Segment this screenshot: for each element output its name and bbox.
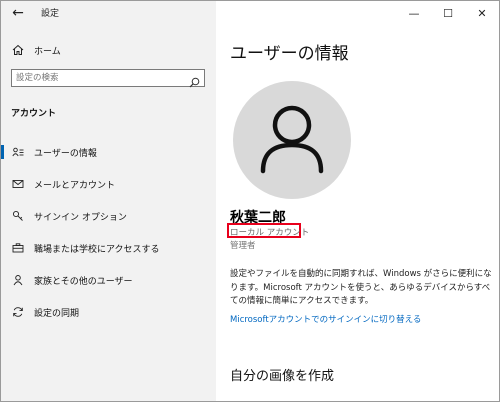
account-role: 管理者 (230, 241, 256, 251)
close-icon: ✕ (477, 6, 487, 20)
sidebar-item-sync-settings[interactable]: 設定の同期 (1, 297, 216, 327)
selected-indicator (1, 145, 4, 159)
sidebar-item-label: 家族とその他のユーザー (34, 276, 133, 287)
back-arrow-icon: ← (12, 5, 24, 21)
person-icon (11, 273, 25, 287)
avatar (233, 81, 351, 199)
sidebar-item-label: 職場または学校にアクセスする (34, 244, 160, 255)
minimize-icon: — (408, 6, 420, 20)
sidebar-item-user-info[interactable]: ユーザーの情報 (1, 137, 216, 167)
sidebar-item-label: ホーム (34, 46, 61, 57)
microsoft-account-signin-link[interactable]: Microsoftアカウントでのサインインに切り替える (230, 313, 421, 325)
sidebar-item-sign-in-options[interactable]: サインイン オプション (1, 201, 216, 231)
user-info-icon (11, 145, 25, 159)
window-controls: — ☐ ✕ (397, 1, 499, 25)
home-icon (11, 43, 25, 57)
search-input[interactable] (16, 71, 176, 85)
maximize-icon: ☐ (443, 6, 453, 20)
sync-icon (11, 305, 25, 319)
settings-window: ← 設定 ホーム アカウント ユーザーの情報 (0, 0, 500, 402)
search-icon[interactable] (189, 73, 200, 88)
sync-description: 設定やファイルを自動的に同期すれば、Windows がさらに便利になります。Mi… (230, 269, 492, 306)
sidebar-item-mail-accounts[interactable]: メールとアカウント (1, 169, 216, 199)
close-button[interactable]: ✕ (465, 1, 499, 25)
user-silhouette-icon (260, 105, 324, 174)
mail-icon (11, 177, 25, 191)
create-picture-heading: 自分の画像を作成 (230, 369, 335, 384)
page-title: ユーザーの情報 (230, 44, 349, 64)
main-content: — ☐ ✕ ユーザーの情報 秋葉二郎 ローカル アカウント 管理者 設定やファイ… (216, 1, 499, 401)
account-type: ローカル アカウント (230, 228, 310, 238)
sidebar: ← 設定 ホーム アカウント ユーザーの情報 (1, 1, 216, 401)
key-icon (11, 209, 25, 223)
sidebar-item-home[interactable]: ホーム (1, 35, 216, 65)
sidebar-item-label: サインイン オプション (34, 212, 127, 223)
briefcase-icon (11, 241, 25, 255)
sidebar-item-label: 設定の同期 (34, 308, 80, 319)
title-bar: ← 設定 (1, 1, 216, 25)
section-header-account: アカウント (11, 109, 57, 119)
sidebar-item-label: ユーザーの情報 (34, 148, 97, 159)
back-button[interactable]: ← (5, 1, 31, 25)
sidebar-item-family-users[interactable]: 家族とその他のユーザー (1, 265, 216, 295)
app-title: 設定 (41, 9, 60, 19)
minimize-button[interactable]: — (397, 1, 431, 25)
sidebar-item-work-school[interactable]: 職場または学校にアクセスする (1, 233, 216, 263)
sidebar-item-label: メールとアカウント (34, 180, 116, 191)
maximize-button[interactable]: ☐ (431, 1, 465, 25)
search-box[interactable] (11, 69, 205, 88)
